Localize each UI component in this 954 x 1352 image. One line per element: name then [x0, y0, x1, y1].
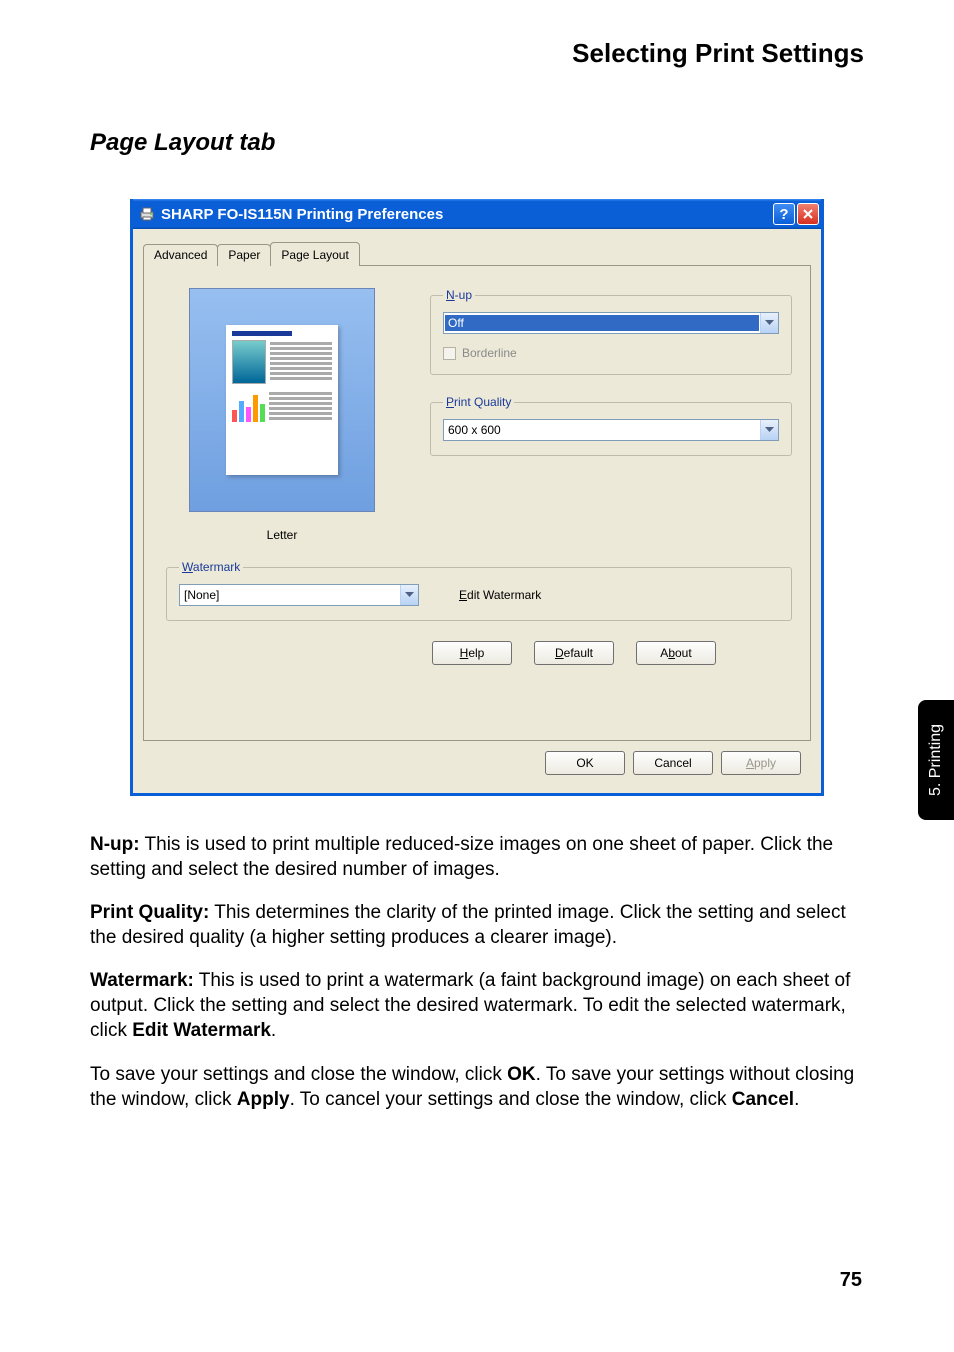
tab-page-layout[interactable]: Page Layout [270, 242, 359, 266]
printer-icon [139, 206, 155, 222]
chevron-down-icon [760, 313, 778, 333]
tab-panel-page-layout: Letter N-up Off Borderline [143, 265, 811, 741]
watermark-select[interactable]: [None] [179, 584, 419, 606]
cancel-button[interactable]: Cancel [633, 751, 713, 775]
watermark-value: [None] [180, 588, 400, 602]
save-instructions: To save your settings and close the wind… [90, 1062, 864, 1112]
default-button[interactable]: Default [534, 641, 614, 665]
edit-watermark-button[interactable]: Edit Watermark [459, 588, 541, 602]
print-quality-select[interactable]: 600 x 600 [443, 419, 779, 441]
nup-select-value: Off [445, 315, 759, 331]
page-preview [189, 288, 375, 512]
nup-legend: N-up [443, 288, 475, 302]
apply-button[interactable]: Apply [721, 751, 801, 775]
about-button[interactable]: About [636, 641, 716, 665]
titlebar-close-button[interactable] [797, 203, 819, 225]
print-quality-description: Print Quality: This determines the clari… [90, 900, 864, 950]
watermark-legend: Watermark [179, 560, 243, 574]
dialog-titlebar: SHARP FO-IS115N Printing Preferences ? [133, 199, 821, 229]
chevron-down-icon [400, 585, 418, 605]
preview-paper-size-label: Letter [166, 528, 398, 542]
dialog-title: SHARP FO-IS115N Printing Preferences [161, 206, 443, 223]
borderline-label: Borderline [462, 346, 517, 360]
print-preferences-dialog: SHARP FO-IS115N Printing Preferences ? A… [130, 199, 824, 796]
nup-group: N-up Off Borderline [430, 288, 792, 375]
print-quality-legend: Print Quality [443, 395, 514, 409]
tab-paper[interactable]: Paper [217, 244, 271, 266]
page-number: 75 [840, 1269, 862, 1292]
chevron-down-icon [760, 420, 778, 440]
tab-advanced[interactable]: Advanced [143, 244, 218, 266]
borderline-checkbox[interactable] [443, 347, 456, 360]
print-quality-group: Print Quality 600 x 600 [430, 395, 792, 456]
section-heading: Page Layout tab [90, 129, 864, 157]
watermark-group: Watermark [None] Edit Watermark [166, 560, 792, 621]
chapter-thumb-tab: 5. Printing [918, 700, 954, 820]
tab-strip: Advanced Paper Page Layout [143, 241, 811, 265]
ok-button[interactable]: OK [545, 751, 625, 775]
help-button[interactable]: Help [432, 641, 512, 665]
titlebar-help-button[interactable]: ? [773, 203, 795, 225]
watermark-description: Watermark: This is used to print a water… [90, 968, 864, 1043]
print-quality-value: 600 x 600 [444, 423, 760, 437]
running-header: Selecting Print Settings [90, 38, 864, 69]
nup-description: N-up: This is used to print multiple red… [90, 832, 864, 882]
nup-select[interactable]: Off [443, 312, 779, 334]
